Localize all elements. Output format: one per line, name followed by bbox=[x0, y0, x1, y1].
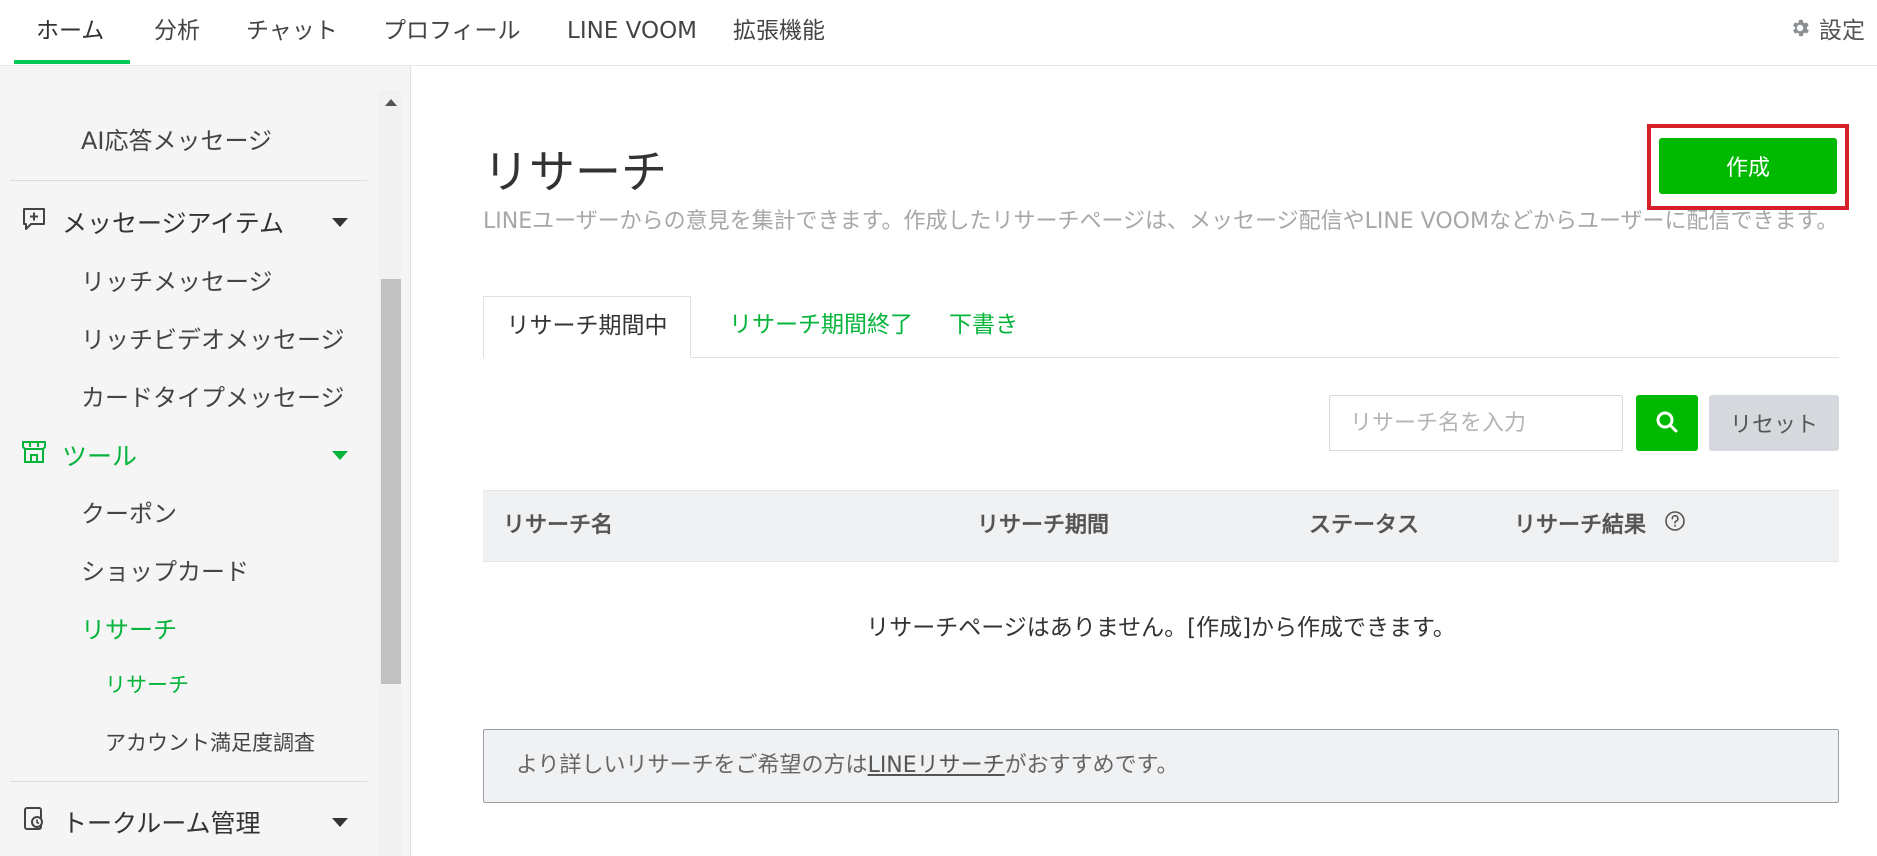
line-research-notice: より詳しいリサーチをご希望の方はLINEリサーチがおすすめです。 bbox=[483, 729, 1839, 803]
sidebar-section-label: メッセージアイテム bbox=[62, 209, 285, 238]
tab-line-voom[interactable]: LINE VOOM bbox=[567, 0, 697, 66]
column-header-result: リサーチ結果 bbox=[1514, 491, 1686, 561]
sidebar-item-research[interactable]: リサーチ bbox=[81, 610, 177, 645]
settings-label: 設定 bbox=[1819, 18, 1865, 44]
sidebar-item-coupon[interactable]: クーポン bbox=[81, 494, 177, 529]
column-header-period: リサーチ期間 bbox=[977, 513, 1110, 538]
notice-prefix: より詳しいリサーチをご希望の方は bbox=[516, 753, 868, 778]
tab-extensions[interactable]: 拡張機能 bbox=[733, 0, 825, 66]
tool-icon bbox=[20, 438, 48, 472]
active-tab-underline bbox=[14, 60, 130, 64]
sidebar-section-label: トークルーム管理 bbox=[62, 809, 261, 838]
sidebar-item-card-type-message[interactable]: カードタイプメッセージ bbox=[81, 378, 345, 413]
notice-suffix: がおすすめです。 bbox=[1004, 753, 1179, 778]
search-icon bbox=[1654, 411, 1680, 438]
sidebar-item-shop-card[interactable]: ショップカード bbox=[81, 552, 249, 587]
scroll-up-icon[interactable] bbox=[385, 99, 397, 106]
column-header-result-label: リサーチ結果 bbox=[1514, 513, 1647, 538]
help-circle-icon[interactable] bbox=[1664, 491, 1686, 561]
column-header-name: リサーチ名 bbox=[503, 513, 614, 538]
column-header-status: ステータス bbox=[1309, 513, 1420, 538]
search-input[interactable] bbox=[1329, 395, 1623, 451]
tab-analytics[interactable]: 分析 bbox=[154, 0, 200, 66]
create-button[interactable]: 作成 bbox=[1659, 138, 1837, 194]
tab-profile[interactable]: プロフィール bbox=[383, 0, 521, 66]
message-item-icon bbox=[20, 205, 48, 239]
top-navigation: ホーム 分析 チャット プロフィール LINE VOOM 拡張機能 設定 bbox=[0, 0, 1877, 66]
tab-chat[interactable]: チャット bbox=[246, 0, 338, 66]
line-research-link[interactable]: LINEリサーチ bbox=[868, 753, 1005, 778]
settings-link[interactable]: 設定 bbox=[1789, 0, 1865, 66]
empty-table-message: リサーチページはありません。[作成]から作成できます。 bbox=[866, 615, 1456, 641]
tab-draft[interactable]: 下書き bbox=[949, 296, 1018, 358]
search-button[interactable] bbox=[1636, 395, 1698, 451]
main-content: リサーチ LINEユーザーからの意見を集計できます。作成したリサーチページは、メ… bbox=[411, 66, 1877, 856]
sidebar-section-tools[interactable]: ツール bbox=[20, 437, 137, 473]
sidebar: AI応答メッセージ メッセージアイテム リッチメッセージ リッチビデオメッセージ… bbox=[0, 66, 411, 856]
page-title: リサーチ bbox=[483, 145, 667, 199]
sidebar-item-rich-message[interactable]: リッチメッセージ bbox=[81, 262, 273, 297]
gear-icon bbox=[1789, 1, 1811, 63]
sidebar-section-talkroom[interactable]: トークルーム管理 bbox=[20, 804, 261, 840]
sidebar-section-label: ツール bbox=[62, 442, 138, 471]
reset-button[interactable]: リセット bbox=[1709, 395, 1839, 451]
tab-ended[interactable]: リサーチ期間終了 bbox=[729, 296, 913, 358]
table-header: リサーチ名 リサーチ期間 ステータス リサーチ結果 bbox=[483, 490, 1839, 562]
chevron-down-icon[interactable] bbox=[332, 218, 348, 227]
tab-home[interactable]: ホーム bbox=[36, 0, 104, 66]
sidebar-section-message-items[interactable]: メッセージアイテム bbox=[20, 204, 284, 240]
talkroom-icon bbox=[20, 805, 48, 839]
chevron-down-icon[interactable] bbox=[332, 451, 348, 460]
sidebar-item-ai-message[interactable]: AI応答メッセージ bbox=[81, 121, 272, 156]
sidebar-subitem-research[interactable]: リサーチ bbox=[105, 669, 189, 699]
chevron-down-icon[interactable] bbox=[332, 818, 348, 827]
sidebar-item-rich-video-message[interactable]: リッチビデオメッセージ bbox=[81, 320, 345, 355]
tab-in-progress[interactable]: リサーチ期間中 bbox=[483, 296, 691, 358]
page-description: LINEユーザーからの意見を集計できます。作成したリサーチページは、メッセージ配… bbox=[483, 209, 1839, 234]
sidebar-divider bbox=[10, 180, 367, 181]
sidebar-divider bbox=[10, 781, 367, 782]
sidebar-scrollbar-thumb[interactable] bbox=[381, 279, 401, 684]
sidebar-subitem-account-satisfaction[interactable]: アカウント満足度調査 bbox=[105, 727, 315, 757]
research-tabs: リサーチ期間中 リサーチ期間終了 下書き bbox=[483, 296, 1839, 358]
